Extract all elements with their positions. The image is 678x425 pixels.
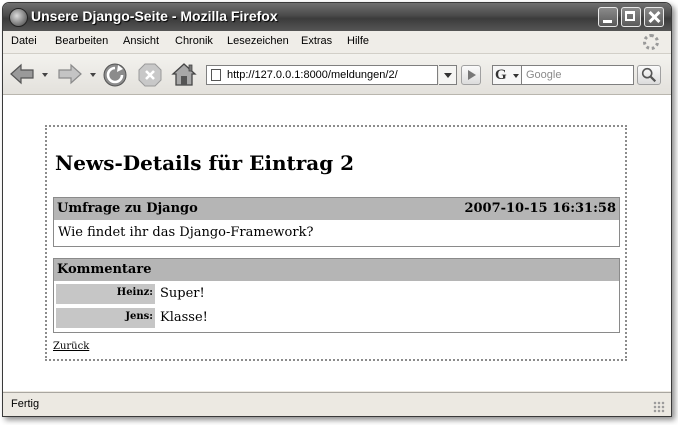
comment-text: Super! bbox=[160, 286, 205, 301]
forward-arrow-icon[interactable] bbox=[57, 62, 83, 86]
page-container: News-Details für Eintrag 2 Umfrage zu Dj… bbox=[45, 125, 627, 361]
page-icon bbox=[211, 69, 221, 81]
firefox-logo-icon bbox=[9, 8, 28, 27]
news-text: Wie findet ihr das Django-Framework? bbox=[58, 225, 314, 240]
menu-chronik[interactable]: Chronik bbox=[175, 35, 213, 47]
forward-history-dropdown-icon[interactable] bbox=[90, 73, 96, 77]
page-content: News-Details für Eintrag 2 Umfrage zu Dj… bbox=[3, 95, 671, 391]
comment-author: Heinz: bbox=[56, 284, 155, 304]
comment-row: Heinz: Super! bbox=[56, 283, 616, 305]
go-icon[interactable] bbox=[461, 65, 481, 85]
comment-text: Klasse! bbox=[160, 310, 208, 325]
url-history-dropdown[interactable] bbox=[439, 65, 457, 85]
comments-section: Kommentare Heinz: Super! Jens: Klasse! bbox=[53, 258, 620, 333]
search-input[interactable]: Google bbox=[522, 65, 634, 85]
throbber-icon bbox=[643, 34, 659, 50]
news-header: Umfrage zu Django 2007-10-15 16:31:58 bbox=[54, 198, 619, 220]
menu-lesezeichen[interactable]: Lesezeichen bbox=[227, 35, 289, 47]
comments-header: Kommentare bbox=[54, 259, 619, 281]
news-entry: Umfrage zu Django 2007-10-15 16:31:58 Wi… bbox=[53, 197, 620, 247]
news-date: 2007-10-15 16:31:58 bbox=[464, 201, 616, 216]
url-bar[interactable]: http://127.0.0.1:8000/meldungen/2/ bbox=[206, 65, 438, 85]
search-engine-logo: G bbox=[495, 67, 507, 83]
status-text: Fertig bbox=[11, 398, 40, 410]
menu-hilfe[interactable]: Hilfe bbox=[347, 35, 369, 47]
search-placeholder: Google bbox=[526, 69, 562, 81]
title-bar: Unsere Django-Seite - Mozilla Firefox bbox=[3, 3, 671, 31]
search-button[interactable] bbox=[637, 65, 661, 85]
menu-ansicht[interactable]: Ansicht bbox=[123, 35, 159, 47]
back-arrow-icon[interactable] bbox=[9, 62, 35, 86]
resize-grip-icon[interactable] bbox=[653, 401, 665, 413]
url-text[interactable]: http://127.0.0.1:8000/meldungen/2/ bbox=[227, 69, 398, 81]
news-title: Umfrage zu Django bbox=[57, 201, 198, 216]
window-title: Unsere Django-Seite - Mozilla Firefox bbox=[31, 8, 278, 24]
stop-icon[interactable] bbox=[138, 63, 162, 87]
browser-window: Unsere Django-Seite - Mozilla Firefox Da… bbox=[2, 2, 672, 417]
back-history-dropdown-icon[interactable] bbox=[42, 73, 48, 77]
comment-row: Jens: Klasse! bbox=[56, 307, 616, 329]
maximize-button[interactable] bbox=[621, 7, 641, 27]
close-window-button[interactable] bbox=[644, 7, 664, 27]
comment-author: Jens: bbox=[56, 308, 155, 328]
minimize-button[interactable] bbox=[598, 7, 618, 27]
menu-extras[interactable]: Extras bbox=[301, 35, 332, 47]
menu-bearbeiten[interactable]: Bearbeiten bbox=[55, 35, 108, 47]
back-link[interactable]: Zurück bbox=[53, 341, 89, 352]
page-title: News-Details für Eintrag 2 bbox=[55, 151, 355, 175]
search-icon bbox=[641, 67, 657, 83]
menu-bar: Datei Bearbeiten Ansicht Chronik Lesezei… bbox=[3, 31, 671, 54]
home-icon[interactable] bbox=[171, 61, 197, 87]
search-engine-button[interactable]: G bbox=[492, 65, 522, 85]
reload-icon[interactable] bbox=[103, 63, 127, 87]
status-bar: Fertig bbox=[3, 392, 671, 416]
comments-heading: Kommentare bbox=[57, 262, 152, 277]
menu-datei[interactable]: Datei bbox=[11, 35, 37, 47]
navigation-toolbar: http://127.0.0.1:8000/meldungen/2/ G Goo… bbox=[3, 54, 671, 95]
